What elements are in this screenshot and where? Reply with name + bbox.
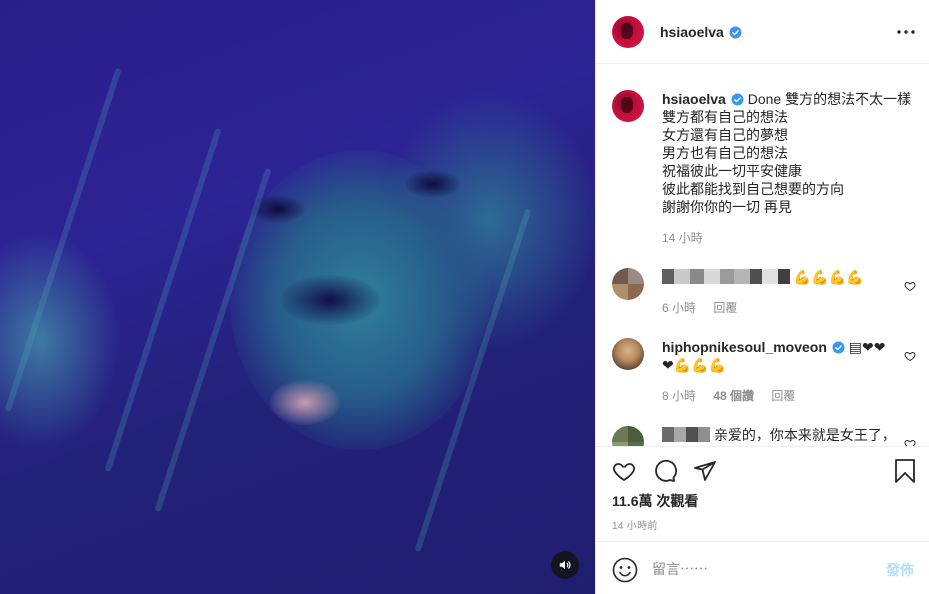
heart-icon xyxy=(613,463,635,482)
comment-line: 💪💪💪💪 xyxy=(662,269,864,285)
comment-meta: 6 小時 回覆 xyxy=(662,299,892,317)
avatar[interactable] xyxy=(612,426,644,446)
avatar[interactable] xyxy=(612,90,644,122)
caption-line: 彼此都能找到自己想要的方向 xyxy=(662,181,844,197)
pixelated-username[interactable] xyxy=(662,269,790,284)
caption-line: 雙方都有自己的想法 xyxy=(662,109,788,125)
caption-line: 謝謝你你的一切 再見 xyxy=(662,199,792,215)
emoji-button[interactable] xyxy=(612,557,638,583)
comment-button[interactable] xyxy=(652,458,678,484)
username-text[interactable]: hsiaoelva xyxy=(660,24,724,40)
like-button[interactable] xyxy=(611,458,637,484)
comment-icon xyxy=(655,459,677,482)
heart-icon[interactable] xyxy=(904,350,916,362)
post-actions: 11.6萬 次觀看 14 小時前 發佈 xyxy=(596,446,929,594)
comment-meta: 8 小時 48 個讚 回覆 xyxy=(662,387,902,405)
comment-line: 亲爱的，你本来就是女王了， xyxy=(662,427,896,443)
comment-timestamp[interactable]: 6 小時 xyxy=(662,301,696,315)
reply-button[interactable]: 回覆 xyxy=(771,389,795,403)
avatar[interactable] xyxy=(612,268,644,300)
verified-icon xyxy=(731,93,744,106)
post-header: hsiaoelva xyxy=(596,0,929,64)
comment-text: ▤❤❤ xyxy=(848,339,886,355)
post-comment-button[interactable]: 發佈 xyxy=(886,560,914,580)
bookmark-icon xyxy=(895,459,915,483)
caption-timestamp[interactable]: 14 小時 xyxy=(662,229,924,247)
heart-icon[interactable] xyxy=(904,280,916,292)
caption-line: 女方還有自己的夢想 xyxy=(662,127,788,143)
caption-username[interactable]: hsiaoelva xyxy=(662,91,726,107)
verified-icon xyxy=(832,341,845,354)
pixelated-avatar xyxy=(612,426,644,446)
caption-body: hsiaoelva Done 雙方的想法不太一樣 雙方都有自己的想法 女方還有自… xyxy=(662,90,924,247)
save-button[interactable] xyxy=(892,458,918,484)
volume-button[interactable] xyxy=(551,551,579,579)
avatar[interactable] xyxy=(612,338,644,370)
heart-icon[interactable] xyxy=(904,438,916,446)
post-timestamp[interactable]: 14 小時前 xyxy=(612,517,658,532)
comment-username[interactable]: hiphopnikesoul_moveon xyxy=(662,339,827,355)
comments-list[interactable]: hsiaoelva Done 雙方的想法不太一樣 雙方都有自己的想法 女方還有自… xyxy=(596,64,929,446)
comment-body: 亲爱的，你本来就是女王了， xyxy=(662,426,912,444)
share-button[interactable] xyxy=(692,458,718,484)
avatar[interactable] xyxy=(612,15,644,48)
view-count[interactable]: 11.6萬 次觀看 xyxy=(612,491,698,511)
comment-body: hiphopnikesoul_moveon ▤❤❤ ❤💪💪💪 8 小時 48 個… xyxy=(662,338,902,405)
video-highlight xyxy=(270,380,340,425)
comment-text: 💪💪💪💪 xyxy=(793,269,864,285)
video-glow xyxy=(0,230,120,450)
post-side-panel: hsiaoelva hsiaoelva Done 雙方的想法不太一樣 雙方都有自… xyxy=(595,0,929,594)
video-shadow xyxy=(280,275,380,325)
caption-line: 男方也有自己的想法 xyxy=(662,145,788,161)
share-icon xyxy=(694,461,716,481)
comment-likes[interactable]: 48 個讚 xyxy=(713,389,754,403)
more-options-button[interactable] xyxy=(896,22,916,42)
comment-timestamp[interactable]: 8 小時 xyxy=(662,389,696,403)
video-shadow xyxy=(405,170,460,198)
pixelated-username[interactable] xyxy=(662,427,710,442)
caption-line: 祝福彼此一切平安健康 xyxy=(662,163,802,179)
video-streak xyxy=(104,127,222,473)
volume-icon xyxy=(559,560,571,570)
emoji-icon xyxy=(612,557,638,583)
reply-button[interactable]: 回覆 xyxy=(713,301,737,315)
pixelated-avatar xyxy=(612,268,644,300)
verified-icon xyxy=(729,26,742,38)
caption-line: Done 雙方的想法不太一樣 xyxy=(747,91,912,107)
comment-text: 亲爱的，你本来就是女王了， xyxy=(713,427,896,443)
comment-body: 💪💪💪💪 6 小時 回覆 xyxy=(662,268,892,317)
comment-text: ❤💪💪💪 xyxy=(662,357,727,373)
more-icon xyxy=(897,30,915,34)
post-video[interactable] xyxy=(0,0,595,594)
comment-input[interactable] xyxy=(652,557,872,581)
add-comment-bar: 發佈 xyxy=(596,541,929,594)
header-username[interactable]: hsiaoelva xyxy=(660,24,742,40)
